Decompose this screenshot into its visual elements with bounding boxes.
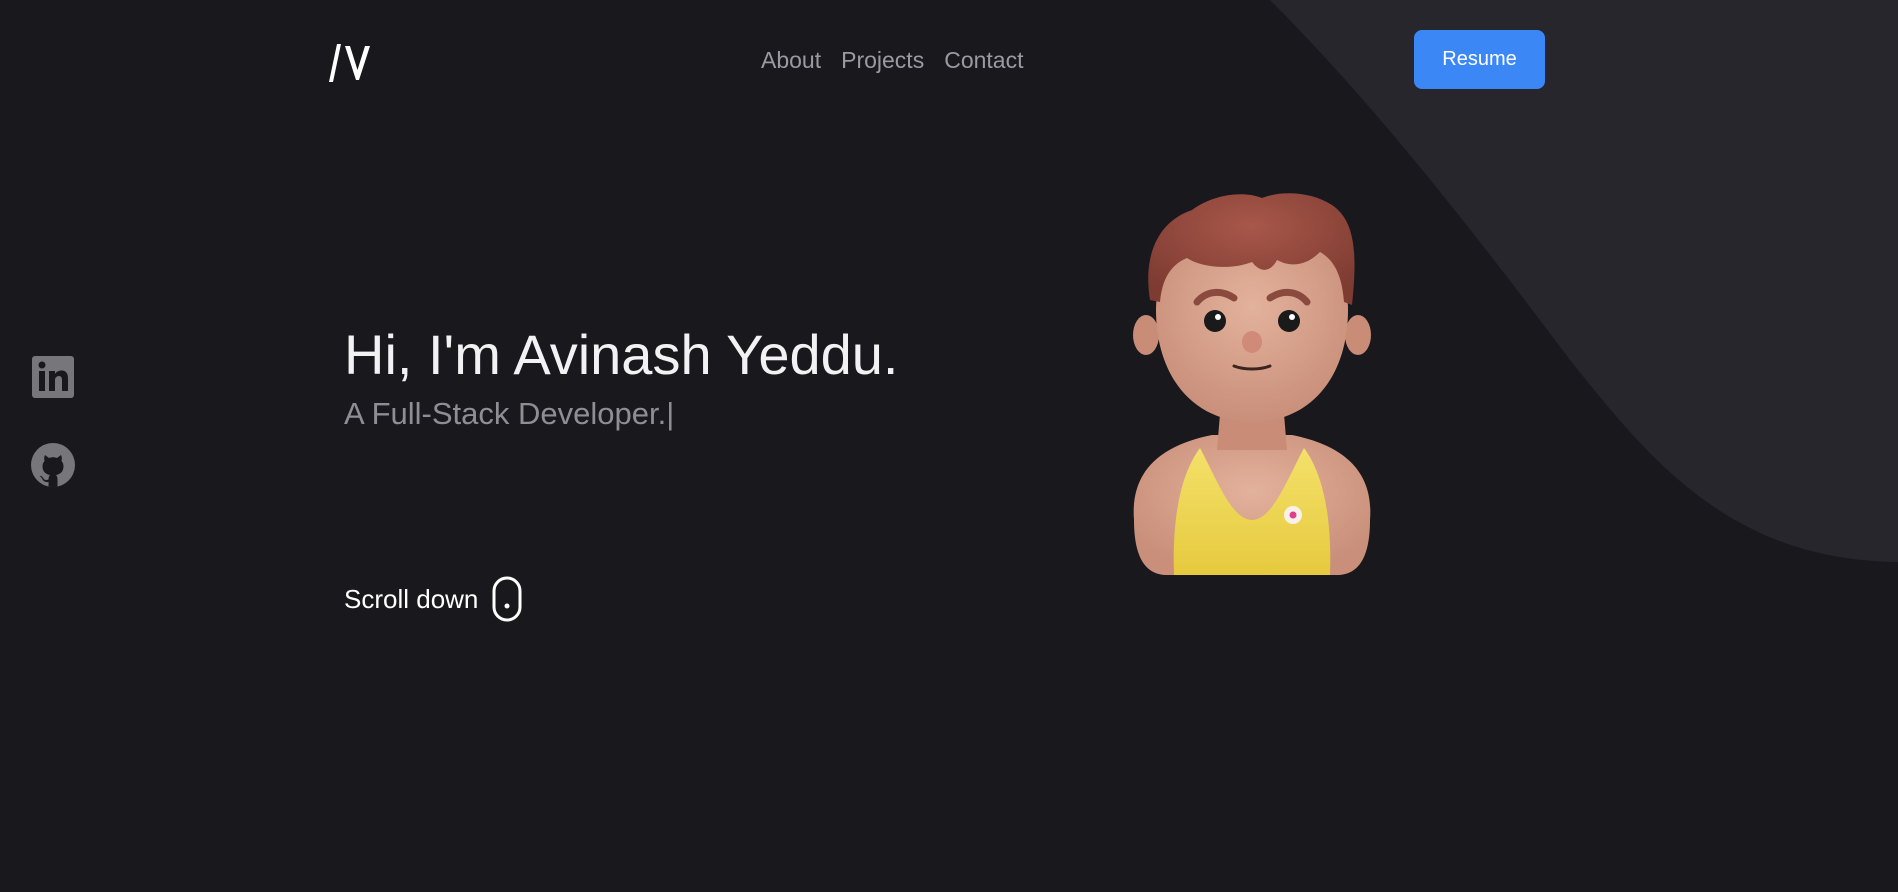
scroll-down-label: Scroll down [344, 584, 479, 614]
hero-title: Hi, I'm Avinash Yeddu. [344, 323, 899, 386]
av-logo[interactable] [327, 40, 381, 84]
linkedin-link[interactable] [30, 354, 76, 400]
site-header: About Projects Contact Resume [0, 0, 1898, 120]
hero-section: Hi, I'm Avinash Yeddu. A Full-Stack Deve… [344, 320, 898, 436]
nav-link-about[interactable]: About [761, 43, 821, 77]
github-icon [31, 443, 75, 488]
github-link[interactable] [30, 442, 76, 488]
scroll-down-button[interactable]: Scroll down [344, 576, 522, 622]
avatar-illustration [1133, 193, 1371, 575]
nav-link-projects[interactable]: Projects [841, 43, 924, 77]
mouse-icon [492, 576, 522, 622]
social-links [30, 354, 76, 530]
hero-subtitle-text: A Full-Stack Developer. [344, 396, 667, 431]
nav-link-contact[interactable]: Contact [944, 43, 1023, 77]
resume-button[interactable]: Resume [1414, 30, 1545, 89]
typing-cursor: | [666, 396, 675, 431]
main-nav: About Projects Contact [761, 43, 1023, 77]
background-wave-shape [1270, 0, 1898, 562]
hero-subtitle: A Full-Stack Developer.| [344, 392, 898, 436]
linkedin-icon [32, 356, 74, 398]
